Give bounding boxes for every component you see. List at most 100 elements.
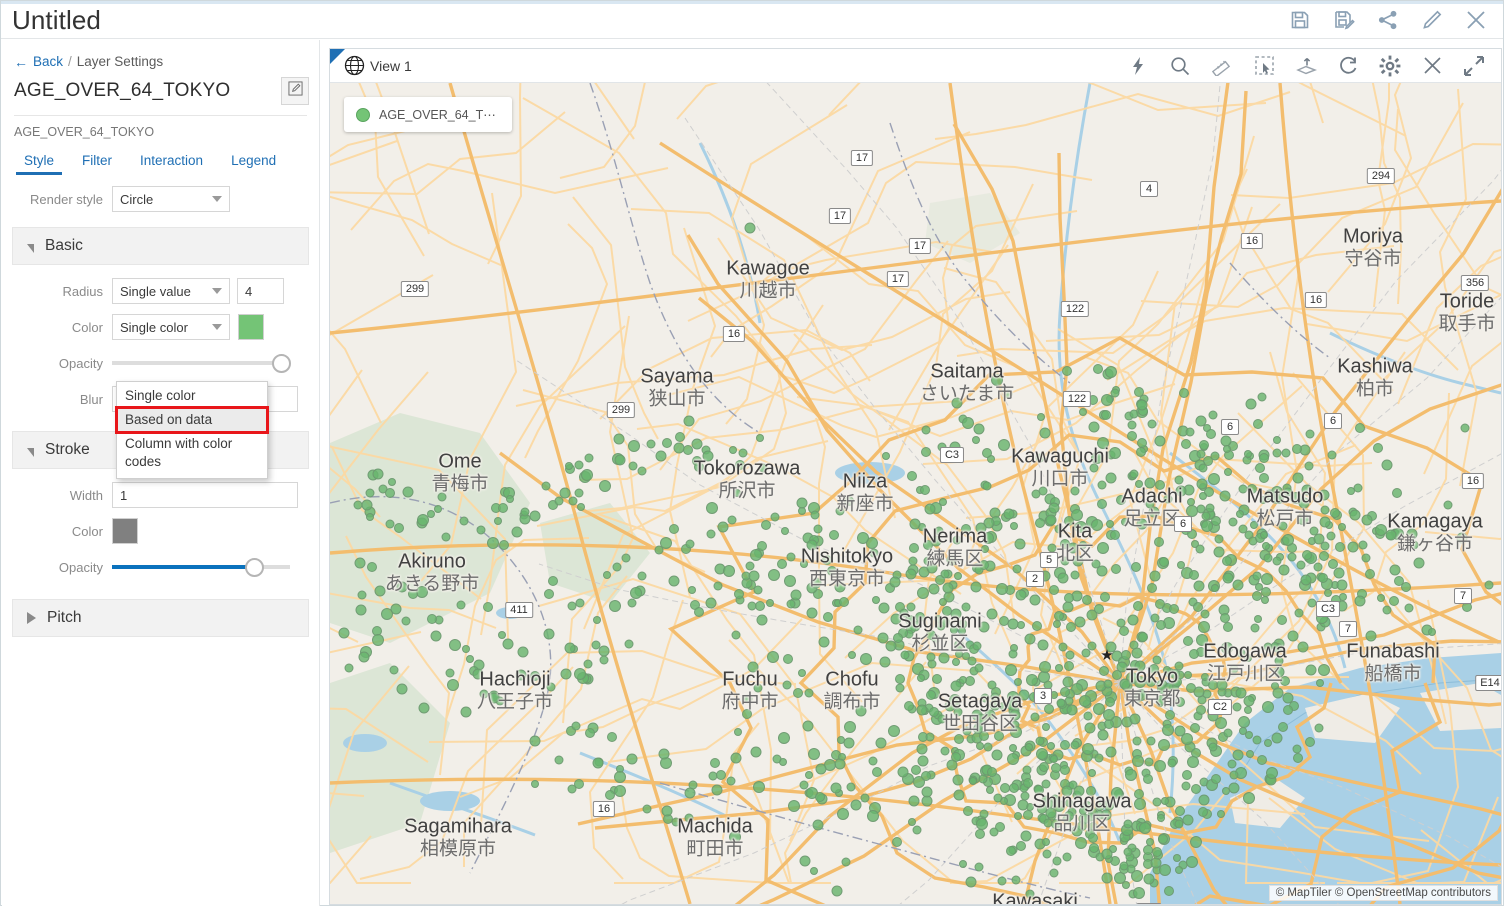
map-data-point[interactable] (1070, 570, 1079, 579)
map-data-point[interactable] (1318, 573, 1328, 583)
slider-knob[interactable] (272, 354, 291, 373)
map-data-point[interactable] (1121, 650, 1131, 660)
map-data-point[interactable] (1006, 846, 1016, 856)
map-data-point[interactable] (1097, 499, 1107, 509)
map-data-point[interactable] (480, 690, 489, 699)
map-data-point[interactable] (917, 674, 925, 682)
map-data-point[interactable] (878, 602, 889, 613)
map-data-point[interactable] (1105, 366, 1117, 378)
map-data-point[interactable] (748, 571, 759, 582)
map-data-point[interactable] (856, 706, 867, 717)
map-data-point[interactable] (1156, 620, 1166, 630)
map-data-point[interactable] (745, 223, 756, 234)
edit-icon[interactable] (1419, 7, 1445, 33)
map-data-point[interactable] (1190, 836, 1202, 848)
map-data-point[interactable] (735, 460, 745, 470)
map-data-point[interactable] (1238, 716, 1250, 728)
map-data-point[interactable] (798, 669, 806, 677)
map-data-point[interactable] (1191, 784, 1201, 794)
map-data-point[interactable] (1404, 603, 1413, 612)
map-data-point[interactable] (614, 771, 626, 783)
map-data-point[interactable] (1022, 765, 1031, 774)
map-data-point[interactable] (521, 508, 530, 517)
map-data-point[interactable] (1401, 582, 1411, 592)
map-data-point[interactable] (860, 653, 872, 665)
map-data-point[interactable] (1262, 542, 1270, 550)
map-data-point[interactable] (895, 683, 904, 692)
map-data-point[interactable] (565, 462, 573, 470)
map-data-point[interactable] (1119, 678, 1130, 689)
map-data-point[interactable] (1211, 774, 1221, 784)
map-data-point[interactable] (1318, 664, 1330, 676)
map-data-point[interactable] (1197, 479, 1208, 490)
map-data-point[interactable] (756, 434, 764, 442)
map-data-point[interactable] (1135, 692, 1144, 701)
map-data-point[interactable] (729, 446, 737, 454)
map-data-point[interactable] (1039, 661, 1051, 673)
map-data-point[interactable] (1250, 521, 1258, 529)
map-data-point[interactable] (1037, 413, 1045, 421)
map-data-point[interactable] (927, 653, 936, 662)
map-data-point[interactable] (969, 777, 977, 785)
map-data-point[interactable] (963, 726, 972, 735)
fill-color-swatch[interactable] (238, 314, 264, 340)
map-data-point[interactable] (394, 523, 404, 533)
map-data-point[interactable] (1055, 664, 1063, 672)
map-data-point[interactable] (1009, 709, 1020, 720)
map-data-point[interactable] (1058, 642, 1067, 651)
map-data-point[interactable] (943, 582, 954, 593)
map-data-point[interactable] (1046, 515, 1057, 526)
map-data-point[interactable] (1154, 537, 1164, 547)
back-link[interactable]: Back (33, 54, 63, 69)
map-data-point[interactable] (810, 867, 818, 875)
map-data-point[interactable] (1064, 661, 1074, 671)
map-data-point[interactable] (979, 731, 989, 741)
map-data-point[interactable] (733, 489, 741, 497)
map-data-point[interactable] (1134, 798, 1146, 810)
map-data-point[interactable] (1271, 642, 1279, 650)
map-data-point[interactable] (1206, 429, 1216, 439)
map-data-point[interactable] (1030, 594, 1041, 605)
map-data-point[interactable] (1101, 394, 1113, 406)
map-data-point[interactable] (466, 655, 474, 663)
map-data-point[interactable] (1413, 557, 1424, 568)
tab-legend[interactable]: Legend (217, 149, 290, 175)
map-data-point[interactable] (1185, 427, 1194, 436)
map-data-point[interactable] (1082, 595, 1092, 605)
map-data-point[interactable] (1355, 423, 1365, 433)
map-data-point[interactable] (1120, 862, 1129, 871)
map-data-point[interactable] (1109, 447, 1121, 459)
map-data-point[interactable] (963, 806, 973, 816)
map-data-point[interactable] (529, 736, 540, 747)
map-data-point[interactable] (1321, 506, 1330, 515)
map-data-point[interactable] (976, 742, 984, 750)
map-data-point[interactable] (974, 424, 985, 435)
map-data-point[interactable] (1127, 431, 1137, 441)
map-data-point[interactable] (628, 461, 637, 470)
map-data-point[interactable] (1298, 497, 1309, 508)
map-data-point[interactable] (1208, 473, 1220, 485)
map-data-point[interactable] (730, 753, 741, 764)
map-data-point[interactable] (1159, 557, 1169, 567)
map-data-point[interactable] (966, 876, 977, 887)
map-data-point[interactable] (1070, 741, 1079, 750)
map-data-point[interactable] (1065, 799, 1073, 807)
map-data-point[interactable] (950, 680, 961, 691)
map-data-point[interactable] (1094, 810, 1104, 820)
map-data-point[interactable] (683, 416, 694, 427)
map-data-point[interactable] (355, 604, 366, 615)
map-data-point[interactable] (1220, 490, 1231, 501)
map-data-point[interactable] (1060, 687, 1070, 697)
map-data-point[interactable] (685, 814, 694, 823)
map-data-point[interactable] (982, 448, 992, 458)
map-data-point[interactable] (668, 575, 679, 586)
map-data-point[interactable] (1150, 571, 1161, 582)
map-data-point[interactable] (1073, 785, 1084, 796)
map-data-point[interactable] (1214, 534, 1223, 543)
map-data-point[interactable] (447, 679, 459, 691)
map-data-point[interactable] (972, 436, 980, 444)
map-data-point[interactable] (1444, 500, 1453, 509)
map-data-point[interactable] (991, 374, 1003, 386)
map-data-point[interactable] (1083, 711, 1092, 720)
map-data-point[interactable] (1054, 525, 1063, 534)
